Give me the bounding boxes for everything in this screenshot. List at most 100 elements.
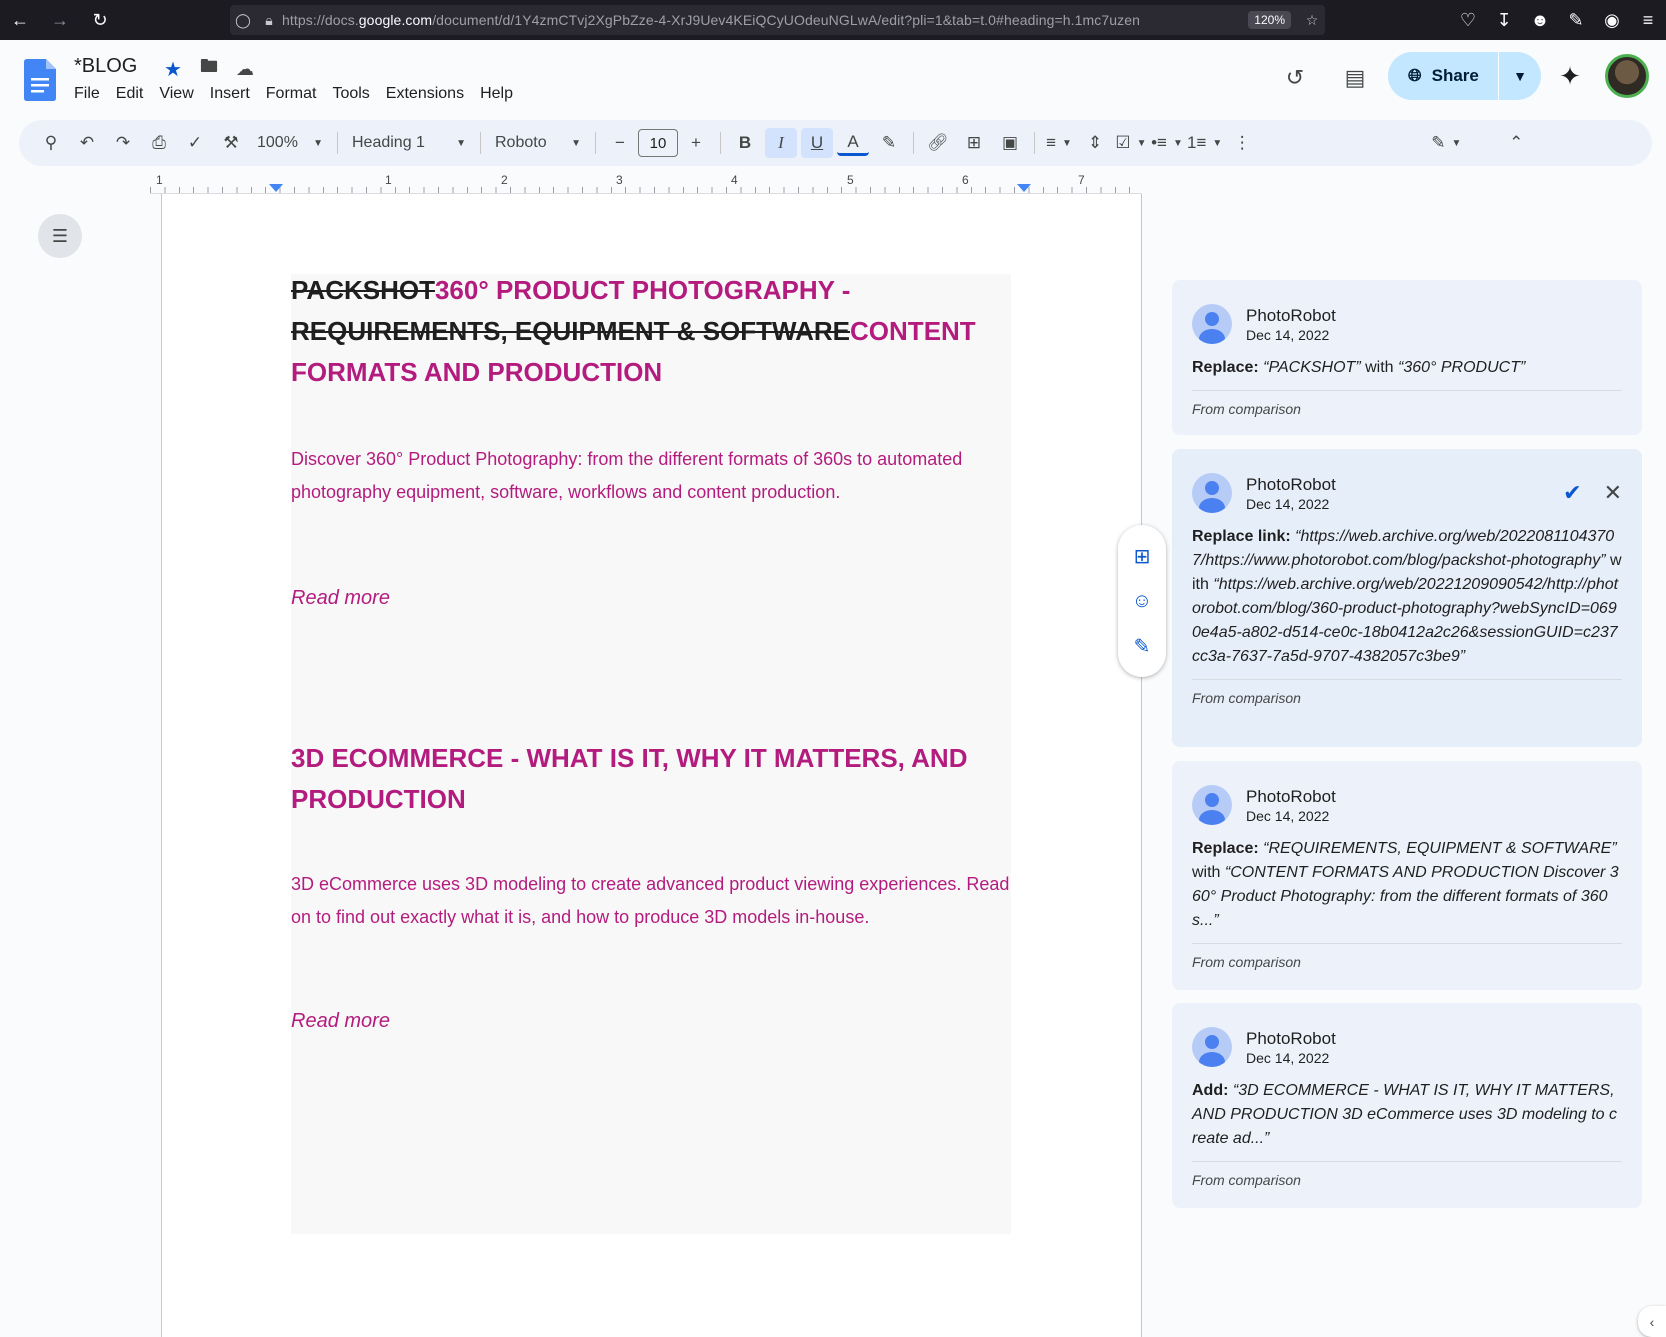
emoji-reaction-icon[interactable]: ☺ <box>1132 590 1152 613</box>
move-folder-icon[interactable]: 🖿︎ <box>196 56 222 82</box>
address-bar[interactable]: ◯ 🔒︎ https://docs.google.com/document/d/… <box>230 5 1325 35</box>
extensions-icon[interactable]: ✎ <box>1558 0 1594 40</box>
increase-font-size-icon[interactable]: + <box>680 128 712 158</box>
bold-icon[interactable]: B <box>729 128 761 158</box>
suggestion-author: PhotoRobot <box>1246 786 1336 806</box>
heading-2[interactable]: 3D ECOMMERCE - WHAT IS IT, WHY IT MATTER… <box>291 738 1011 820</box>
decrease-font-size-icon[interactable]: − <box>604 128 636 158</box>
read-more-link[interactable]: Read more <box>291 1010 1011 1033</box>
forward-icon[interactable]: → <box>40 0 80 40</box>
reject-suggestion-icon[interactable]: ✕ <box>1604 480 1622 506</box>
ruler-label: 1 <box>156 173 163 187</box>
cloud-saved-icon[interactable]: ☁︎ <box>232 56 258 82</box>
font-size-input[interactable]: 10 <box>638 129 678 157</box>
share-dropdown-button[interactable]: ▼ <box>1499 52 1541 100</box>
zoom-select[interactable]: 100% ▼ <box>249 134 331 152</box>
underline-icon[interactable]: U <box>801 128 833 158</box>
collapse-toolbar-icon[interactable]: ⌃ <box>1500 128 1532 158</box>
suggestion-card[interactable]: PhotoRobot Dec 14, 2022 Replace: “PACKSH… <box>1172 280 1642 435</box>
bulleted-list-icon[interactable]: •≡ ▼ <box>1151 128 1183 158</box>
search-menus-icon[interactable]: ⚲ <box>35 128 67 158</box>
menu-icon[interactable]: ≡ <box>1630 0 1666 40</box>
user-avatar[interactable] <box>1605 54 1649 98</box>
insert-image-icon[interactable]: ▣ <box>994 128 1026 158</box>
url-text[interactable]: https://docs.google.com/document/d/1Y4zm… <box>282 12 1248 28</box>
menu-help[interactable]: Help <box>472 82 521 106</box>
zoom-level-badge[interactable]: 120% <box>1248 11 1291 29</box>
paragraph-style-select[interactable]: Heading 1 ▼ <box>344 134 474 152</box>
suggestion-card-selected[interactable]: PhotoRobot Dec 14, 2022 ✔ ✕ Replace link… <box>1172 449 1642 747</box>
downloads-icon[interactable]: ↧ <box>1486 0 1522 40</box>
align-icon[interactable]: ≡ ▼ <box>1043 128 1075 158</box>
title-actions: ★ 🖿︎ ☁︎ <box>160 56 258 82</box>
deleted-text[interactable]: PACKSHOT <box>291 275 435 305</box>
account-icon[interactable]: ☻ <box>1522 0 1558 40</box>
browser-extensions: ♡ ↧ ☻ ✎ ◉ ≡ <box>1450 0 1666 40</box>
ruler[interactable]: 1 1 2 3 4 5 6 7 <box>150 170 1142 194</box>
redo-icon[interactable]: ↷ <box>107 128 139 158</box>
print-icon[interactable]: ⎙ <box>143 128 175 158</box>
heading-1[interactable]: PACKSHOT360° PRODUCT PHOTOGRAPHY - REQUI… <box>291 270 1011 393</box>
reload-icon[interactable]: ↻ <box>80 0 120 40</box>
comments-icon[interactable]: ▤ <box>1335 58 1375 98</box>
zoom-value: 100% <box>257 134 298 151</box>
suggestion-body: Replace: “REQUIREMENTS, EQUIPMENT & SOFT… <box>1192 837 1622 933</box>
more-options-icon[interactable]: ⋮ <box>1226 128 1258 158</box>
suggestion-action: Replace: <box>1192 359 1259 376</box>
pocket-icon[interactable]: ♡ <box>1450 0 1486 40</box>
document-title[interactable]: *BLOG <box>74 55 137 78</box>
share-button[interactable]: 🌐︎ Share <box>1388 52 1498 100</box>
suggestion-card[interactable]: PhotoRobot Dec 14, 2022 Replace: “REQUIR… <box>1172 761 1642 990</box>
highlight-icon[interactable]: ✎ <box>873 128 905 158</box>
star-icon[interactable]: ★ <box>160 56 186 82</box>
numbered-list-icon[interactable]: 1≡ ▼ <box>1187 128 1222 158</box>
add-comment-icon[interactable]: ⊞ <box>1134 544 1151 569</box>
ruler-label: 7 <box>1078 173 1085 187</box>
user-avatar-icon <box>1192 785 1232 825</box>
add-comment-icon[interactable]: ⊞ <box>958 128 990 158</box>
ruler-label: 3 <box>616 173 623 187</box>
insert-link-icon[interactable]: 🔗︎ <box>922 128 954 158</box>
menu-insert[interactable]: Insert <box>202 82 258 106</box>
intro-paragraph-1[interactable]: Discover 360° Product Photography: from … <box>291 443 1011 509</box>
menu-format[interactable]: Format <box>258 82 325 106</box>
right-indent-marker[interactable] <box>1017 184 1031 192</box>
caret-down-icon: ▼ <box>456 137 466 149</box>
suggestion-header: PhotoRobot Dec 14, 2022 <box>1192 302 1622 346</box>
menu-tools[interactable]: Tools <box>324 82 377 106</box>
document-outline-icon[interactable]: ☰ <box>38 214 82 258</box>
font-select[interactable]: Roboto ▼ <box>487 134 589 152</box>
profile-icon[interactable]: ◉ <box>1594 0 1630 40</box>
gemini-sparkle-icon[interactable]: ✦ <box>1552 58 1588 94</box>
menu-edit[interactable]: Edit <box>108 82 152 106</box>
docs-logo-icon[interactable] <box>24 59 56 101</box>
bookmark-star-icon[interactable]: ☆ <box>1299 12 1325 29</box>
suggestion-action: Replace link: <box>1192 528 1291 545</box>
paint-format-icon[interactable]: ⚒ <box>215 128 247 158</box>
back-icon[interactable]: ← <box>0 0 40 40</box>
version-history-icon[interactable]: ↺ <box>1275 58 1315 98</box>
menu-file[interactable]: File <box>66 82 108 106</box>
checklist-icon[interactable]: ☑ ▼ <box>1115 128 1147 158</box>
lock-icon[interactable]: 🔒︎ <box>256 12 282 29</box>
intro-paragraph-2[interactable]: 3D eCommerce uses 3D modeling to create … <box>291 868 1011 934</box>
left-indent-marker[interactable] <box>269 184 283 192</box>
side-panel-toggle-icon[interactable]: ‹ <box>1638 1306 1666 1337</box>
document-body[interactable]: PACKSHOT360° PRODUCT PHOTOGRAPHY - REQUI… <box>291 270 1011 1033</box>
text-color-icon[interactable]: A <box>837 130 869 156</box>
inserted-text[interactable]: 360° PRODUCT PHOTOGRAPHY - <box>435 275 850 305</box>
shield-icon[interactable]: ◯ <box>230 12 256 29</box>
editing-mode-icon[interactable]: ✎ ▼ <box>1430 128 1462 158</box>
menu-view[interactable]: View <box>151 82 201 106</box>
accept-suggestion-icon[interactable]: ✔ <box>1563 480 1581 506</box>
menu-extensions[interactable]: Extensions <box>378 82 472 106</box>
suggestion-card[interactable]: PhotoRobot Dec 14, 2022 Add: “3D ECOMMER… <box>1172 1003 1642 1208</box>
suggest-edits-icon[interactable]: ✎ <box>1134 634 1151 659</box>
deleted-text[interactable]: REQUIREMENTS, EQUIPMENT & SOFTWARE <box>291 316 850 346</box>
toolbar-divider <box>480 132 481 154</box>
read-more-link[interactable]: Read more <box>291 587 1011 610</box>
italic-icon[interactable]: I <box>765 128 797 158</box>
undo-icon[interactable]: ↶ <box>71 128 103 158</box>
line-spacing-icon[interactable]: ⇕ <box>1079 128 1111 158</box>
spellcheck-icon[interactable]: ✓ <box>179 128 211 158</box>
